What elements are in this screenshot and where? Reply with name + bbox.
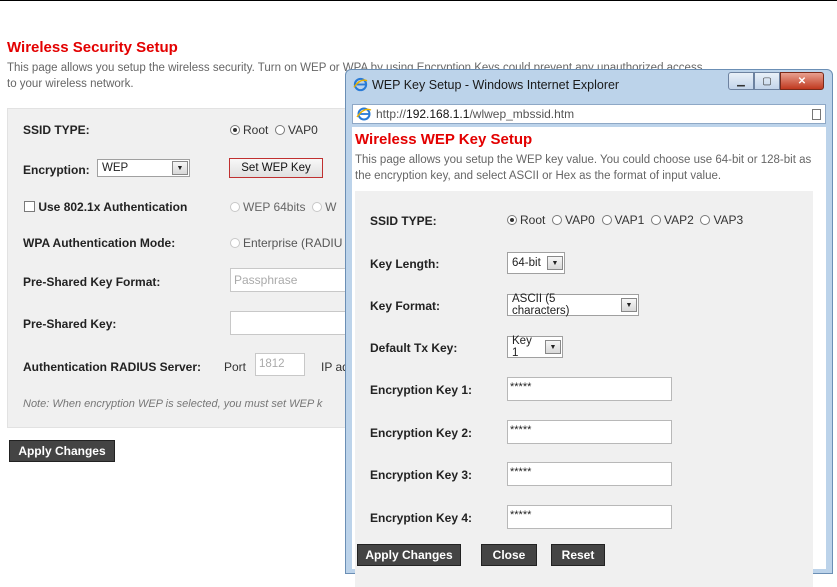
wep-key-panel: SSID TYPE: Root VAP0 VAP1 VAP2 VAP3 Key …: [355, 191, 813, 587]
wpa-auth-label: WPA Authentication Mode:: [23, 236, 176, 250]
default-tx-key-value: Key 1: [512, 335, 532, 359]
wep-128-radio[interactable]: [312, 202, 323, 212]
key-length-select[interactable]: 64-bit ▼: [507, 252, 565, 274]
address-bar[interactable]: http://192.168.1.1/wlwep_mbssid.htm: [352, 104, 826, 124]
key-length-value: 64-bit: [512, 257, 541, 269]
popup-ssid-vap3-label: VAP3: [713, 213, 744, 227]
popup-ssid-vap0-label: VAP0: [565, 213, 595, 227]
radius-port-input[interactable]: 1812: [255, 353, 305, 376]
url-path: /wlwep_mbssid.htm: [469, 107, 575, 121]
encryption-key-1-input[interactable]: *****: [507, 377, 672, 401]
default-tx-key-label: Default Tx Key:: [370, 341, 458, 355]
popup-content: Wireless WEP Key Setup This page allows …: [352, 127, 826, 587]
popup-ssid-type-label: SSID TYPE:: [370, 214, 437, 228]
encryption-key-4-input[interactable]: *****: [507, 505, 672, 529]
key-format-value: ASCII (5 characters): [512, 293, 570, 317]
wpa-enterprise-radio[interactable]: [230, 238, 240, 248]
popup-ssid-vap2-label: VAP2: [663, 213, 694, 227]
default-tx-key-select[interactable]: Key 1 ▼: [507, 335, 563, 359]
ie-icon: [353, 77, 368, 92]
ssid-radio-group: Root VAP0: [230, 123, 318, 137]
popup-button-bar: Apply Changes Close Reset: [355, 541, 813, 569]
encryption-key-4-label: Encryption Key 4:: [370, 511, 473, 525]
popup-ssid-vap3-radio[interactable]: [700, 215, 711, 225]
encryption-key-3-label: Encryption Key 3:: [370, 468, 473, 482]
ssid-root-label: Root: [243, 123, 269, 137]
ssid-root-radio[interactable]: [230, 125, 240, 135]
maximize-icon[interactable]: ▢: [754, 72, 780, 90]
encryption-key-2-label: Encryption Key 2:: [370, 426, 473, 440]
page-title: Wireless Security Setup: [7, 39, 178, 56]
psk-label: Pre-Shared Key:: [23, 317, 117, 331]
wep-64-radio[interactable]: [230, 202, 240, 212]
wep-key-setup-window: WEP Key Setup - Windows Internet Explore…: [345, 69, 833, 587]
page-icon[interactable]: [812, 108, 821, 120]
key-format-label: Key Format:: [370, 299, 441, 313]
ssid-type-label: SSID TYPE:: [23, 123, 90, 137]
popup-apply-changes-button[interactable]: Apply Changes: [357, 544, 461, 566]
encryption-key-3-input[interactable]: *****: [507, 462, 672, 486]
chevron-down-icon: ▼: [545, 340, 561, 354]
url-prefix: http://: [376, 107, 407, 121]
psk-format-select[interactable]: Passphrase: [230, 268, 360, 292]
window-title: WEP Key Setup - Windows Internet Explore…: [372, 78, 620, 92]
encryption-key-2-input[interactable]: *****: [507, 420, 672, 444]
wpa-enterprise-label: Enterprise (RADIU: [243, 236, 343, 250]
close-icon[interactable]: ✕: [780, 72, 824, 90]
top-rule: [0, 0, 837, 1]
apply-changes-button[interactable]: Apply Changes: [9, 440, 115, 462]
key-format-select[interactable]: ASCII (5 characters) ▼: [507, 293, 639, 317]
set-wep-key-button[interactable]: Set WEP Key: [229, 158, 323, 178]
use-8021x-label: Use 802.1x Authentication: [38, 200, 188, 214]
use-8021x-checkbox[interactable]: [24, 201, 35, 212]
popup-description: This page allows you setup the WEP key v…: [355, 154, 812, 182]
minimize-icon[interactable]: ▁: [728, 72, 754, 90]
wpa-auth-radio-group: Enterprise (RADIU: [230, 236, 342, 250]
chevron-down-icon: ▼: [172, 161, 188, 175]
wep-note: Note: When encryption WEP is selected, y…: [23, 398, 323, 410]
radius-server-label: Authentication RADIUS Server:: [23, 360, 202, 374]
chevron-down-icon: ▼: [547, 256, 563, 270]
popup-ssid-vap1-label: VAP1: [614, 213, 645, 227]
popup-ssid-root-label: Root: [520, 213, 546, 227]
wep-128-label: W: [325, 200, 337, 214]
ssid-vap0-radio[interactable]: [275, 125, 286, 135]
psk-format-label: Pre-Shared Key Format:: [23, 275, 161, 289]
key-length-label: Key Length:: [370, 257, 440, 271]
encryption-select[interactable]: WEP ▼: [97, 159, 190, 177]
popup-reset-button[interactable]: Reset: [551, 544, 605, 566]
security-settings-panel: SSID TYPE: Root VAP0 Encryption: WEP ▼ S…: [7, 108, 360, 428]
popup-close-button[interactable]: Close: [481, 544, 537, 566]
popup-ssid-radio-group: Root VAP0 VAP1 VAP2 VAP3: [507, 213, 743, 227]
encryption-key-1-label: Encryption Key 1:: [370, 383, 473, 397]
psk-input[interactable]: [230, 311, 360, 335]
encryption-value: WEP: [102, 162, 129, 174]
popup-ssid-vap1-radio[interactable]: [601, 215, 612, 225]
popup-title: Wireless WEP Key Setup: [355, 131, 533, 148]
chevron-down-icon: ▼: [621, 298, 637, 312]
radius-port-label: Port: [224, 360, 247, 374]
url-host: 192.168.1.1: [406, 107, 470, 121]
use-8021x-row: Use 802.1x Authentication: [24, 200, 187, 214]
wep-64-label: WEP 64bits: [243, 200, 306, 214]
encryption-label: Encryption:: [23, 163, 90, 177]
popup-ssid-root-radio[interactable]: [507, 215, 517, 225]
popup-ssid-vap2-radio[interactable]: [650, 215, 661, 225]
popup-ssid-vap0-radio[interactable]: [552, 215, 563, 225]
ssid-vap0-label: VAP0: [288, 123, 318, 137]
wep-bits-radio-group: WEP 64bits W: [230, 200, 336, 214]
ie-icon: [356, 107, 372, 121]
